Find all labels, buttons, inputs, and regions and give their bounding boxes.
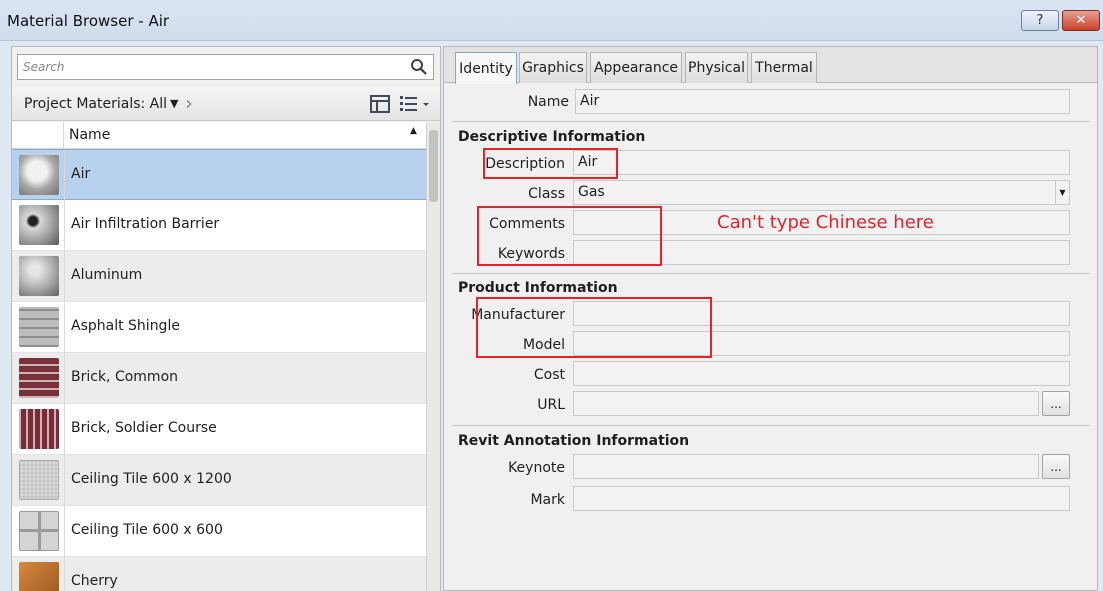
- material-name: Ceiling Tile 600 x 600: [71, 522, 223, 538]
- tab-appearance[interactable]: Appearance: [590, 52, 682, 83]
- help-button[interactable]: ?: [1021, 10, 1059, 31]
- brick-thumbnail-icon: [19, 409, 59, 449]
- material-list-panel: Search Project Materials: All ▼ › Name ▲…: [11, 46, 441, 591]
- mark-label: Mark: [530, 492, 565, 508]
- url-field[interactable]: [573, 391, 1039, 416]
- material-name: Asphalt Shingle: [71, 318, 180, 334]
- sphere-thumbnail-icon: [19, 256, 59, 296]
- list-scrollbar[interactable]: [426, 122, 440, 591]
- library-filter-bar: Project Materials: All ▼ ›: [12, 87, 440, 121]
- url-browse-button[interactable]: ...: [1042, 391, 1070, 416]
- name-column-header[interactable]: Name: [69, 127, 110, 143]
- window-title: Material Browser - Air: [7, 12, 170, 30]
- keynote-label: Keynote: [508, 460, 565, 476]
- material-list: Name ▲ Air Air Infiltration Barrier Alum…: [12, 122, 426, 591]
- panel-toggle-icon[interactable]: [370, 95, 390, 113]
- section-divider: [452, 425, 1089, 426]
- list-item[interactable]: Air Infiltration Barrier: [12, 200, 426, 251]
- view-options-icon[interactable]: [400, 95, 430, 113]
- search-icon[interactable]: [410, 58, 428, 76]
- list-item[interactable]: Asphalt Shingle: [12, 302, 426, 353]
- material-name: Ceiling Tile 600 x 1200: [71, 471, 232, 487]
- product-information-header: Product Information: [458, 280, 618, 296]
- search-placeholder: Search: [23, 60, 65, 74]
- sort-ascending-icon: ▲: [410, 126, 417, 136]
- name-field[interactable]: Air: [575, 89, 1070, 114]
- material-name: Brick, Common: [71, 369, 179, 385]
- wood-thumbnail-icon: [19, 562, 59, 591]
- project-materials-filter[interactable]: Project Materials: All: [24, 96, 167, 112]
- tile-thumbnail-icon: [19, 460, 59, 500]
- tab-physical[interactable]: Physical: [685, 52, 748, 83]
- tab-identity[interactable]: Identity: [455, 52, 517, 84]
- thumbnail-column-header: [12, 122, 64, 149]
- material-name: Brick, Soldier Course: [71, 420, 217, 436]
- section-divider: [452, 273, 1089, 274]
- list-item[interactable]: Brick, Common: [12, 353, 426, 404]
- cost-label: Cost: [533, 367, 565, 383]
- tab-graphics[interactable]: Graphics: [519, 52, 587, 83]
- url-label: URL: [537, 397, 565, 413]
- scrollbar-thumb[interactable]: [429, 130, 438, 202]
- material-name: Air Infiltration Barrier: [71, 216, 220, 232]
- description-highlight-box: [483, 148, 618, 179]
- list-item[interactable]: Ceiling Tile 600 x 1200: [12, 455, 426, 506]
- revit-annotation-header: Revit Annotation Information: [458, 433, 690, 449]
- close-button[interactable]: ✕: [1062, 10, 1100, 31]
- list-item[interactable]: Ceiling Tile 600 x 600: [12, 506, 426, 557]
- list-item[interactable]: Brick, Soldier Course: [12, 404, 426, 455]
- list-item[interactable]: Cherry: [12, 557, 426, 591]
- annotation-note: Can't type Chinese here: [717, 212, 934, 233]
- editor-tabs: Identity Graphics Appearance Physical Th…: [444, 47, 1097, 84]
- title-bar: Material Browser - Air ? ✕: [0, 0, 1103, 41]
- class-label: Class: [528, 186, 565, 202]
- chevron-down-icon[interactable]: ▼: [1055, 180, 1069, 205]
- class-dropdown[interactable]: Gas ▼: [573, 180, 1070, 205]
- material-name: Air: [71, 166, 91, 182]
- name-label: Name: [527, 94, 569, 110]
- comments-keywords-highlight-box: [477, 206, 662, 266]
- class-value: Gas: [578, 184, 605, 200]
- list-header: Name ▲: [12, 122, 426, 149]
- section-divider: [452, 121, 1089, 122]
- brick-thumbnail-icon: [19, 358, 59, 398]
- descriptive-information-header: Descriptive Information: [458, 129, 646, 145]
- mark-field[interactable]: [573, 486, 1070, 511]
- keynote-field[interactable]: [573, 454, 1039, 479]
- material-name: Aluminum: [71, 267, 143, 283]
- window-body: Search Project Materials: All ▼ › Name ▲…: [0, 41, 1103, 591]
- material-editor-panel: Identity Graphics Appearance Physical Th…: [443, 46, 1098, 591]
- breadcrumb-chevron-icon: ›: [185, 91, 193, 115]
- material-name: Cherry: [71, 573, 118, 589]
- filter-dropdown-icon[interactable]: ▼: [170, 97, 178, 110]
- product-info-highlight-box: [476, 297, 712, 358]
- list-item[interactable]: Air: [12, 149, 426, 201]
- tab-thermal[interactable]: Thermal: [751, 52, 817, 83]
- cost-field[interactable]: [573, 361, 1070, 386]
- shingle-thumbnail-icon: [19, 307, 59, 347]
- sphere-thumbnail-icon: [19, 205, 59, 245]
- tile-thumbnail-icon: [19, 511, 59, 551]
- description-field[interactable]: Air: [573, 150, 1070, 175]
- search-input[interactable]: Search: [17, 54, 434, 80]
- list-item[interactable]: Aluminum: [12, 251, 426, 302]
- keynote-browse-button[interactable]: ...: [1042, 454, 1070, 479]
- sphere-thumbnail-icon: [19, 155, 59, 195]
